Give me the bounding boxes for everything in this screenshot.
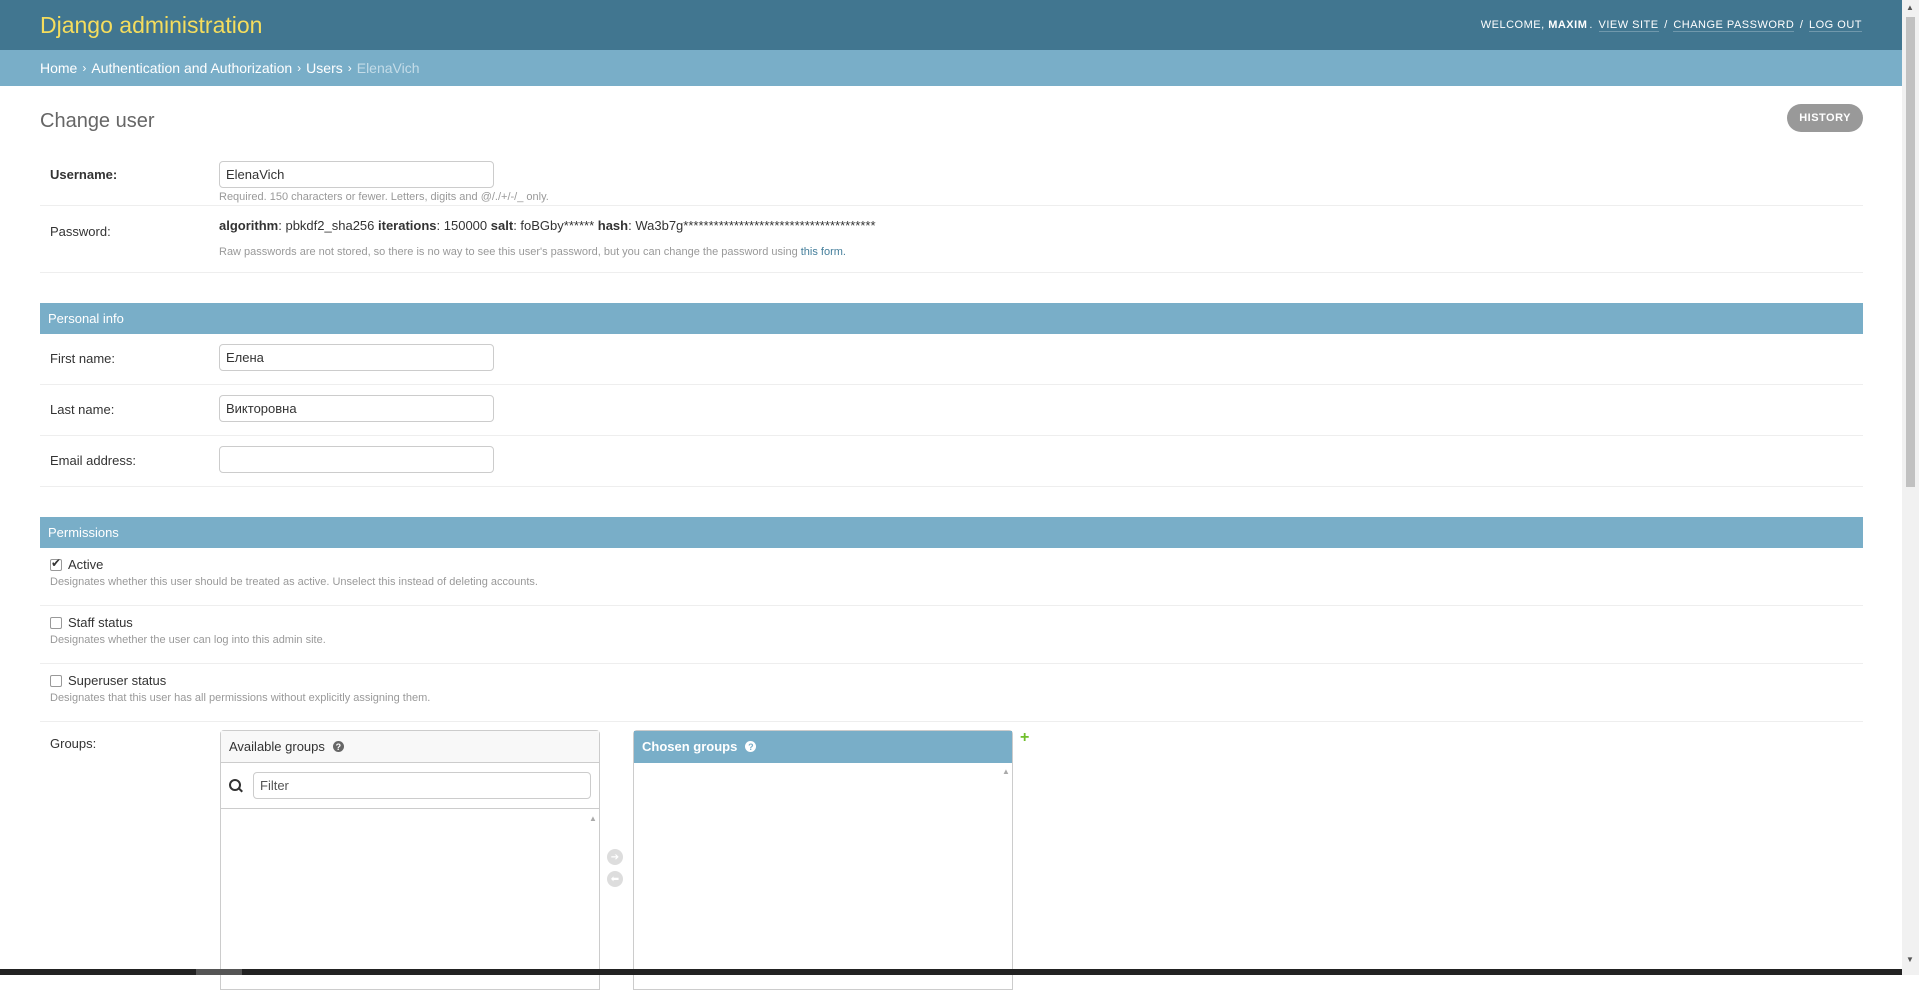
- history-button[interactable]: History: [1787, 104, 1863, 132]
- active-checkbox[interactable]: [50, 556, 62, 571]
- help-icon[interactable]: ?: [332, 741, 344, 752]
- password-help-text: Raw passwords are not stored, so there i…: [219, 246, 798, 258]
- scroll-up-arrow-icon[interactable]: ▲: [1906, 3, 1914, 12]
- email-field[interactable]: [219, 446, 494, 473]
- password-label: Password:: [50, 224, 111, 239]
- first-name-label: First name:: [50, 351, 116, 366]
- breadcrumb-separator: ›: [82, 61, 87, 75]
- password-help: Raw passwords are not stored, so there i…: [219, 246, 1853, 258]
- breadcrumb: Home › Authentication and Authorization …: [0, 50, 1902, 86]
- active-label[interactable]: Active: [68, 557, 103, 572]
- password-hash-label: hash: [597, 218, 629, 233]
- main-content: Change user History Username: Required. …: [40, 86, 1863, 990]
- form-row-last-name: Last name:: [40, 385, 1863, 436]
- welcome-text: Welcome,: [1480, 19, 1545, 31]
- last-name-input[interactable]: [219, 395, 494, 422]
- form-row-staff: Staff status Designates whether the user…: [40, 606, 1863, 664]
- breadcrumb-app[interactable]: Authentication and Authorization: [91, 60, 292, 76]
- superuser-help: Designates that this user has all permis…: [50, 692, 431, 704]
- password-field-wrap: algorithm: pbkdf2_sha256 iterations: 150…: [219, 216, 1853, 258]
- password-algorithm-label: algorithm: [219, 218, 279, 233]
- password-salt: foBGby******: [520, 218, 595, 233]
- change-password-form-link[interactable]: this form.: [801, 246, 846, 258]
- breadcrumb-separator: ›: [297, 61, 302, 75]
- password-summary: algorithm: pbkdf2_sha256 iterations: 150…: [219, 218, 876, 233]
- chevron-up-icon[interactable]: ▲: [589, 814, 597, 823]
- available-groups-title: Available groups ?: [221, 731, 599, 763]
- chosen-groups-selector: Chosen groups ? ▲: [633, 730, 1013, 990]
- email-label: Email address:: [50, 453, 136, 468]
- password-iterations-label: iterations: [378, 218, 437, 233]
- superuser-checkbox[interactable]: [50, 674, 62, 687]
- scrollbar-thumb[interactable]: [1906, 17, 1915, 487]
- first-name-field-wrap: [219, 344, 1853, 371]
- change-password-link[interactable]: Change password: [1673, 19, 1795, 32]
- current-username: MAXIM: [1548, 19, 1588, 31]
- staff-help: Designates whether the user can log into…: [50, 634, 326, 646]
- breadcrumb-current: ElenaVich: [356, 60, 420, 76]
- available-groups-title-text: Available groups: [229, 739, 325, 754]
- last-name-label: Last name:: [50, 402, 115, 417]
- permissions-caption: Permissions: [40, 517, 1863, 548]
- groups-label: Groups:: [50, 736, 97, 751]
- add-group-arrow-button[interactable]: ➔: [607, 849, 623, 865]
- view-site-link[interactable]: View site: [1598, 19, 1659, 32]
- personal-info-fieldset: Personal info First name: Last name: Ema…: [40, 303, 1863, 487]
- password-algorithm: pbkdf2_sha256: [285, 218, 375, 233]
- form-row-email: Email address:: [40, 436, 1863, 487]
- username-label: Username:: [50, 167, 118, 182]
- user-tools: Welcome, MAXIM. View site / Change passw…: [1480, 19, 1862, 32]
- username-field-wrap: Required. 150 characters or fewer. Lette…: [219, 161, 1853, 203]
- password-salt-label: salt: [490, 218, 514, 233]
- bottom-strip-segment: [196, 969, 242, 975]
- log-out-link[interactable]: Log out: [1808, 19, 1862, 32]
- site-header: Django administration Welcome, MAXIM. Vi…: [0, 0, 1902, 50]
- chosen-groups-title: Chosen groups ?: [634, 731, 1012, 763]
- username-input[interactable]: [219, 161, 494, 188]
- chosen-groups-title-text: Chosen groups: [642, 739, 738, 754]
- help-icon[interactable]: ?: [745, 741, 757, 752]
- form-row-active: Active Designates whether this user shou…: [40, 548, 1863, 606]
- staff-line: Staff status: [50, 615, 1853, 630]
- active-help: Designates whether this user should be t…: [50, 576, 538, 588]
- username-help: Required. 150 characters or fewer. Lette…: [219, 191, 549, 203]
- first-name-input[interactable]: [219, 344, 494, 371]
- active-line: Active: [50, 556, 1853, 572]
- form-row-password: Password: algorithm: pbkdf2_sha256 itera…: [40, 206, 1863, 273]
- superuser-label[interactable]: Superuser status: [68, 673, 166, 688]
- form-row-username: Username: Required. 150 characters or fe…: [40, 151, 1863, 206]
- scroll-down-arrow-icon[interactable]: ▼: [1906, 955, 1914, 964]
- bottom-strip: [0, 969, 1902, 975]
- breadcrumb-home[interactable]: Home: [40, 60, 77, 76]
- breadcrumb-separator: ›: [347, 61, 352, 75]
- last-name-field-wrap: [219, 395, 1853, 422]
- remove-group-arrow-button[interactable]: ⬅: [607, 871, 623, 887]
- chevron-up-icon[interactable]: ▲: [1002, 767, 1010, 776]
- groups-filter-input[interactable]: [253, 772, 591, 799]
- permissions-fieldset: Permissions Active Designates whether th…: [40, 517, 1863, 990]
- add-group-button[interactable]: +: [1020, 729, 1029, 747]
- page-title: Change user: [40, 110, 155, 132]
- personal-info-caption: Personal info: [40, 303, 1863, 334]
- staff-checkbox[interactable]: [50, 616, 62, 629]
- form-row-first-name: First name:: [40, 334, 1863, 385]
- site-branding[interactable]: Django administration: [40, 12, 262, 39]
- breadcrumb-model[interactable]: Users: [306, 60, 343, 76]
- password-iterations: 150000: [443, 218, 488, 233]
- superuser-line: Superuser status: [50, 673, 1853, 688]
- search-icon: [229, 778, 243, 793]
- password-hash: Wa3b7g**********************************…: [635, 218, 876, 233]
- groups-filter-bar: [221, 763, 599, 809]
- form-row-groups: Groups: Available groups ? ▲ ➔ ⬅ Chosen …: [40, 722, 1863, 990]
- page-scrollbar[interactable]: ▲ ▼: [1902, 0, 1919, 975]
- form-row-superuser: Superuser status Designates that this us…: [40, 664, 1863, 722]
- staff-label[interactable]: Staff status: [68, 615, 133, 630]
- email-field-wrap: [219, 446, 1853, 473]
- available-groups-selector: Available groups ? ▲: [220, 730, 600, 990]
